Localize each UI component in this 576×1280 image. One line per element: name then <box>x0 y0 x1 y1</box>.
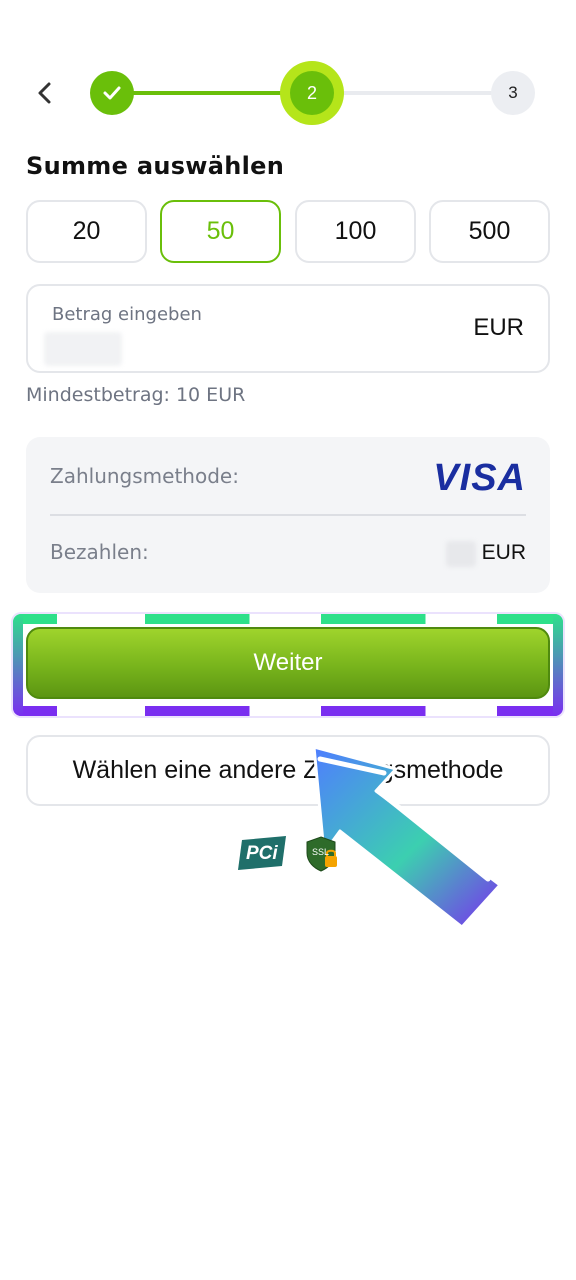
amount-input-label: Betrag eingeben <box>52 304 202 325</box>
amount-option-500[interactable]: 500 <box>429 200 550 263</box>
payment-summary: Zahlungsmethode: VISA Bezahlen: EUR <box>26 437 550 593</box>
pay-amount-value-redacted <box>446 541 476 567</box>
amount-option-100[interactable]: 100 <box>295 200 416 263</box>
amount-option-20[interactable]: 20 <box>26 200 147 263</box>
highlight-frame-top <box>13 614 563 624</box>
pci-badge-text: PCi <box>246 843 278 864</box>
section-title: Summe auswählen <box>26 152 285 180</box>
amount-input-field[interactable]: Betrag eingeben EUR <box>26 284 550 373</box>
pay-amount-label: Bezahlen: <box>50 540 149 564</box>
highlight-frame-bottom <box>13 706 563 716</box>
check-icon <box>103 86 121 100</box>
step-2-active: 2 <box>280 61 344 125</box>
back-button[interactable] <box>28 76 62 110</box>
highlight-frame-right <box>553 614 563 716</box>
amount-option-50[interactable]: 50 <box>160 200 281 263</box>
step-3-label: 3 <box>491 71 535 115</box>
chevron-left-icon <box>38 82 51 104</box>
step-2-label: 2 <box>290 71 334 115</box>
continue-button[interactable]: Weiter <box>26 627 550 699</box>
choose-other-method-button[interactable]: Wählen eine andere Zahlungsmethode <box>26 735 550 806</box>
step-1-complete <box>90 71 134 115</box>
amount-input-value-redacted <box>44 332 122 366</box>
summary-divider <box>50 514 526 516</box>
ssl-badge-text: SSL <box>312 847 330 857</box>
minimum-amount-hint: Mindestbetrag: 10 EUR <box>26 384 246 406</box>
pay-amount-currency: EUR <box>481 541 526 564</box>
amount-input-currency: EUR <box>473 314 524 341</box>
highlight-frame-left <box>13 614 23 716</box>
visa-logo: VISA <box>433 457 526 499</box>
payment-method-label: Zahlungsmethode: <box>50 464 239 488</box>
